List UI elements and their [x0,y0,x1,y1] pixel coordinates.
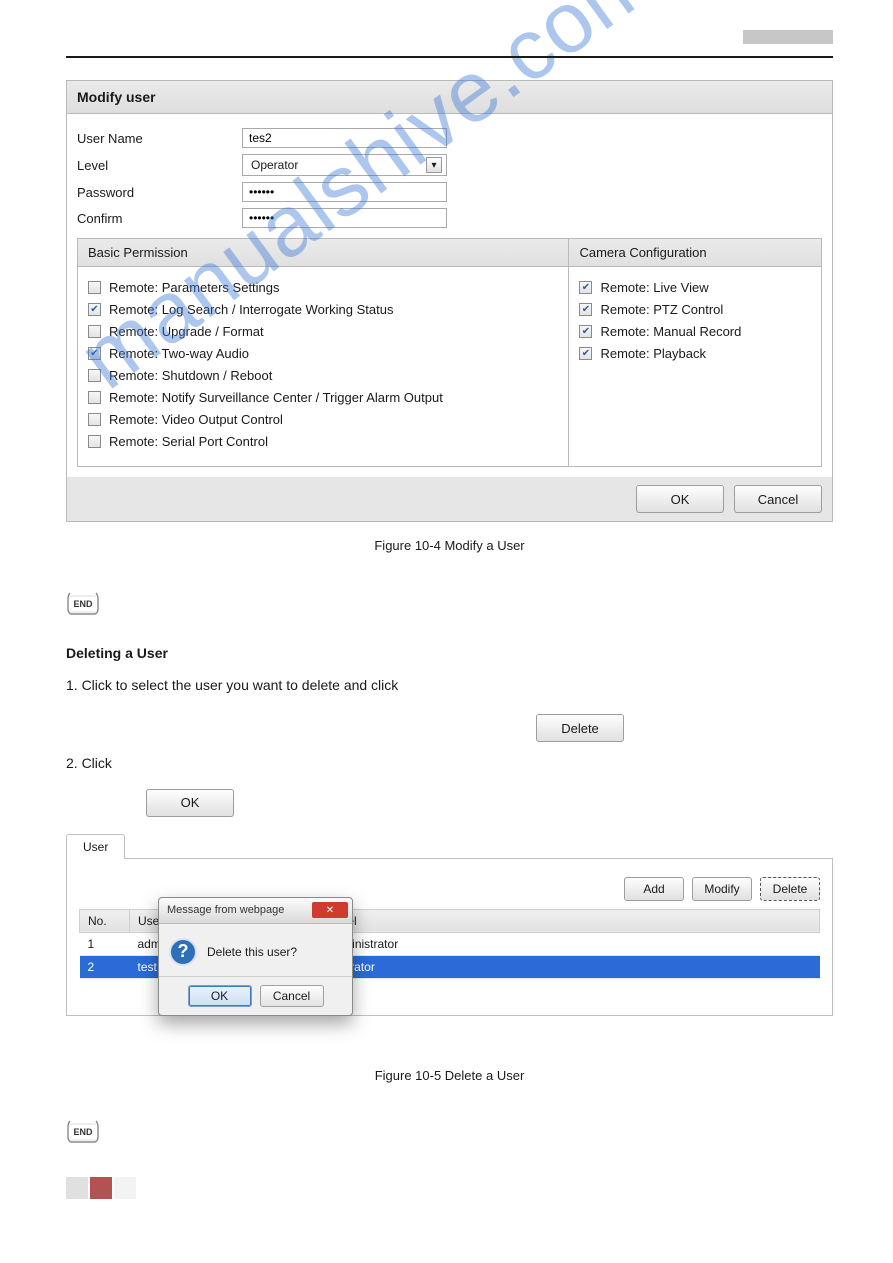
page-topbar [66,36,833,50]
username-label: User Name [77,131,242,146]
footer-square-red [90,1177,112,1199]
table-cell: 1 [80,932,130,955]
permission-label: Remote: Upgrade / Format [109,324,264,339]
checkbox[interactable] [88,325,101,338]
cancel-button[interactable]: Cancel [734,485,822,513]
permission-item: Remote: Playback [579,346,811,361]
step-1-text: 1. Click to select the user you want to … [66,675,833,697]
end-icon: END [66,1119,833,1145]
permission-item: Remote: Two-way Audio [88,346,558,361]
question-icon: ? [169,938,197,966]
password-field[interactable] [242,182,447,202]
table-cell: 2 [80,955,130,978]
checkbox[interactable] [88,347,101,360]
col-level: Level [320,909,820,932]
confirm-dialog-title: Message from webpage [167,904,284,916]
step-2-text: 2. Click [66,752,833,774]
svg-text:END: END [73,1127,93,1137]
footer-squares [66,1177,833,1199]
level-label: Level [77,158,242,173]
checkbox[interactable] [579,281,592,294]
modify-button[interactable]: Modify [692,877,752,901]
permission-label: Remote: Playback [600,346,706,361]
password-label: Password [77,185,242,200]
permission-label: Remote: Manual Record [600,324,741,339]
username-field[interactable] [242,128,447,148]
permission-item: Remote: Manual Record [579,324,811,339]
checkbox[interactable] [579,325,592,338]
modify-user-panel: Modify user User Name Level Operator ▾ P… [66,80,833,522]
confirm-cancel-button[interactable]: Cancel [260,985,324,1007]
page-number-block [743,30,833,44]
permissions-area: Basic Permission Remote: Parameters Sett… [77,238,822,467]
permission-item: Remote: Parameters Settings [88,280,558,295]
permission-item: Remote: Live View [579,280,811,295]
permission-label: Remote: PTZ Control [600,302,723,317]
close-icon[interactable]: ✕ [312,902,348,918]
permission-item: Remote: Upgrade / Format [88,324,558,339]
confirm-ok-button[interactable]: OK [188,985,252,1007]
confirm-dialog: Message from webpage ✕ ? Delete this use… [158,897,353,1016]
permission-label: Remote: Shutdown / Reboot [109,368,272,383]
svg-text:END: END [73,599,93,609]
chevron-down-icon: ▾ [426,157,442,173]
permission-item: Remote: Log Search / Interrogate Working… [88,302,558,317]
end-icon: END [66,591,833,617]
checkbox[interactable] [88,435,101,448]
permission-label: Remote: Serial Port Control [109,434,268,449]
figure-caption-10-5: Figure 10-5 Delete a User [66,1068,833,1083]
permission-item: Remote: Serial Port Control [88,434,558,449]
ok-button[interactable]: OK [636,485,724,513]
tab-user[interactable]: User [66,834,125,859]
deleting-user-heading: Deleting a User [66,643,833,665]
permission-item: Remote: Notify Surveillance Center / Tri… [88,390,558,405]
user-list-figure: User Add Modify Delete No. User Name Lev… [66,833,833,1083]
permission-label: Remote: Log Search / Interrogate Working… [109,302,393,317]
basic-permission-header: Basic Permission [78,239,568,267]
checkbox[interactable] [88,369,101,382]
permission-label: Remote: Two-way Audio [109,346,249,361]
header-rule [66,56,833,58]
checkbox[interactable] [88,391,101,404]
permission-label: Remote: Parameters Settings [109,280,280,295]
permission-item: Remote: Video Output Control [88,412,558,427]
checkbox[interactable] [88,413,101,426]
table-cell: Operator [320,955,820,978]
delete-button-toolbar[interactable]: Delete [760,877,820,901]
confirm-dialog-message: Delete this user? [207,945,297,959]
confirm-label: Confirm [77,211,242,226]
permission-label: Remote: Video Output Control [109,412,283,427]
checkbox[interactable] [88,303,101,316]
permission-label: Remote: Notify Surveillance Center / Tri… [109,390,443,405]
table-cell: Administrator [320,932,820,955]
checkbox[interactable] [579,303,592,316]
ok-button-inline[interactable]: OK [146,789,234,817]
col-no: No. [80,909,130,932]
level-select-value: Operator [251,158,298,172]
permission-label: Remote: Live View [600,280,708,295]
permission-item: Remote: PTZ Control [579,302,811,317]
modify-user-title: Modify user [67,81,832,114]
confirm-field[interactable] [242,208,447,228]
checkbox[interactable] [579,347,592,360]
delete-button[interactable]: Delete [536,714,624,742]
footer-square-gray [66,1177,88,1199]
level-select[interactable]: Operator ▾ [242,154,447,176]
figure-caption-10-4: Figure 10-4 Modify a User [66,538,833,553]
add-button[interactable]: Add [624,877,684,901]
checkbox[interactable] [88,281,101,294]
footer-square-gray [114,1177,136,1199]
camera-config-header: Camera Configuration [569,239,821,267]
permission-item: Remote: Shutdown / Reboot [88,368,558,383]
